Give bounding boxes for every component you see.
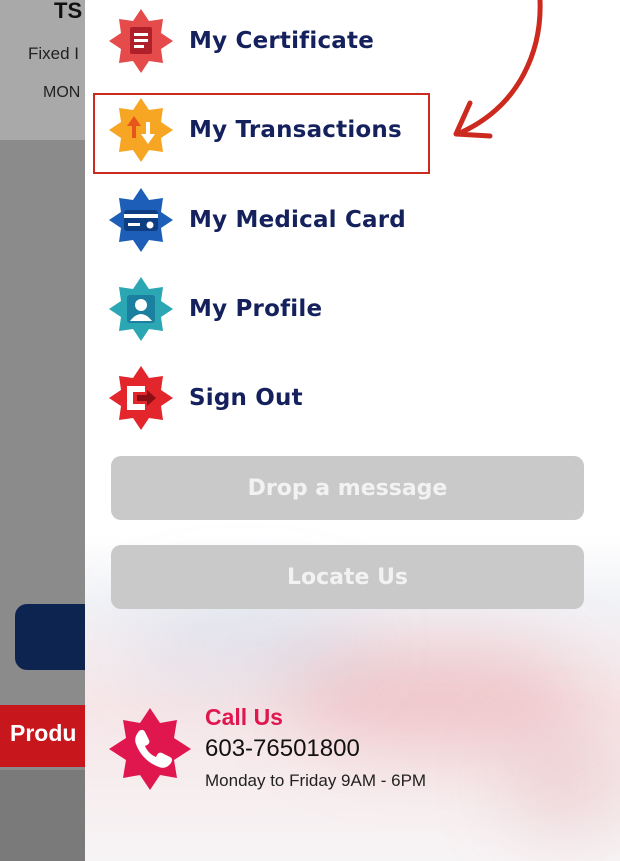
locate-us-button[interactable]: Locate Us — [111, 545, 584, 609]
drop-message-button[interactable]: Drop a message — [111, 456, 584, 520]
call-us-hours: Monday to Friday 9AM - 6PM — [205, 771, 427, 790]
menu-label-certificate: My Certificate — [189, 28, 375, 54]
menu-item-transactions[interactable]: My Transactions — [107, 95, 427, 165]
menu-label-transactions: My Transactions — [189, 117, 402, 143]
decorative-glow — [125, 600, 365, 680]
background-fixed-text: Fixed I — [28, 44, 80, 63]
decorative-glow — [285, 640, 585, 750]
call-us-phone-number[interactable]: 603-76501800 — [205, 735, 360, 763]
background-month-text: MON — [43, 84, 81, 101]
profile-icon — [107, 275, 175, 343]
menu-item-profile[interactable]: My Profile — [107, 274, 427, 344]
certificate-icon — [107, 7, 175, 75]
side-drawer: My Certificate My Transactions My Medica… — [85, 0, 620, 861]
menu-label-sign-out: Sign Out — [189, 385, 303, 411]
menu-item-sign-out[interactable]: Sign Out — [107, 363, 427, 433]
medical-card-icon — [107, 186, 175, 254]
background-amount-text: TS — [54, 0, 83, 23]
phone-icon[interactable] — [107, 706, 193, 792]
menu-item-certificate[interactable]: My Certificate — [107, 6, 427, 76]
sign-out-icon — [107, 364, 175, 432]
menu-item-medical-card[interactable]: My Medical Card — [107, 185, 427, 255]
menu-label-medical-card: My Medical Card — [189, 207, 406, 233]
transactions-icon — [107, 96, 175, 164]
background-product-label: Produ — [10, 720, 77, 746]
menu-label-profile: My Profile — [189, 296, 323, 322]
call-us-title: Call Us — [205, 704, 283, 730]
decorative-glow — [505, 740, 620, 830]
